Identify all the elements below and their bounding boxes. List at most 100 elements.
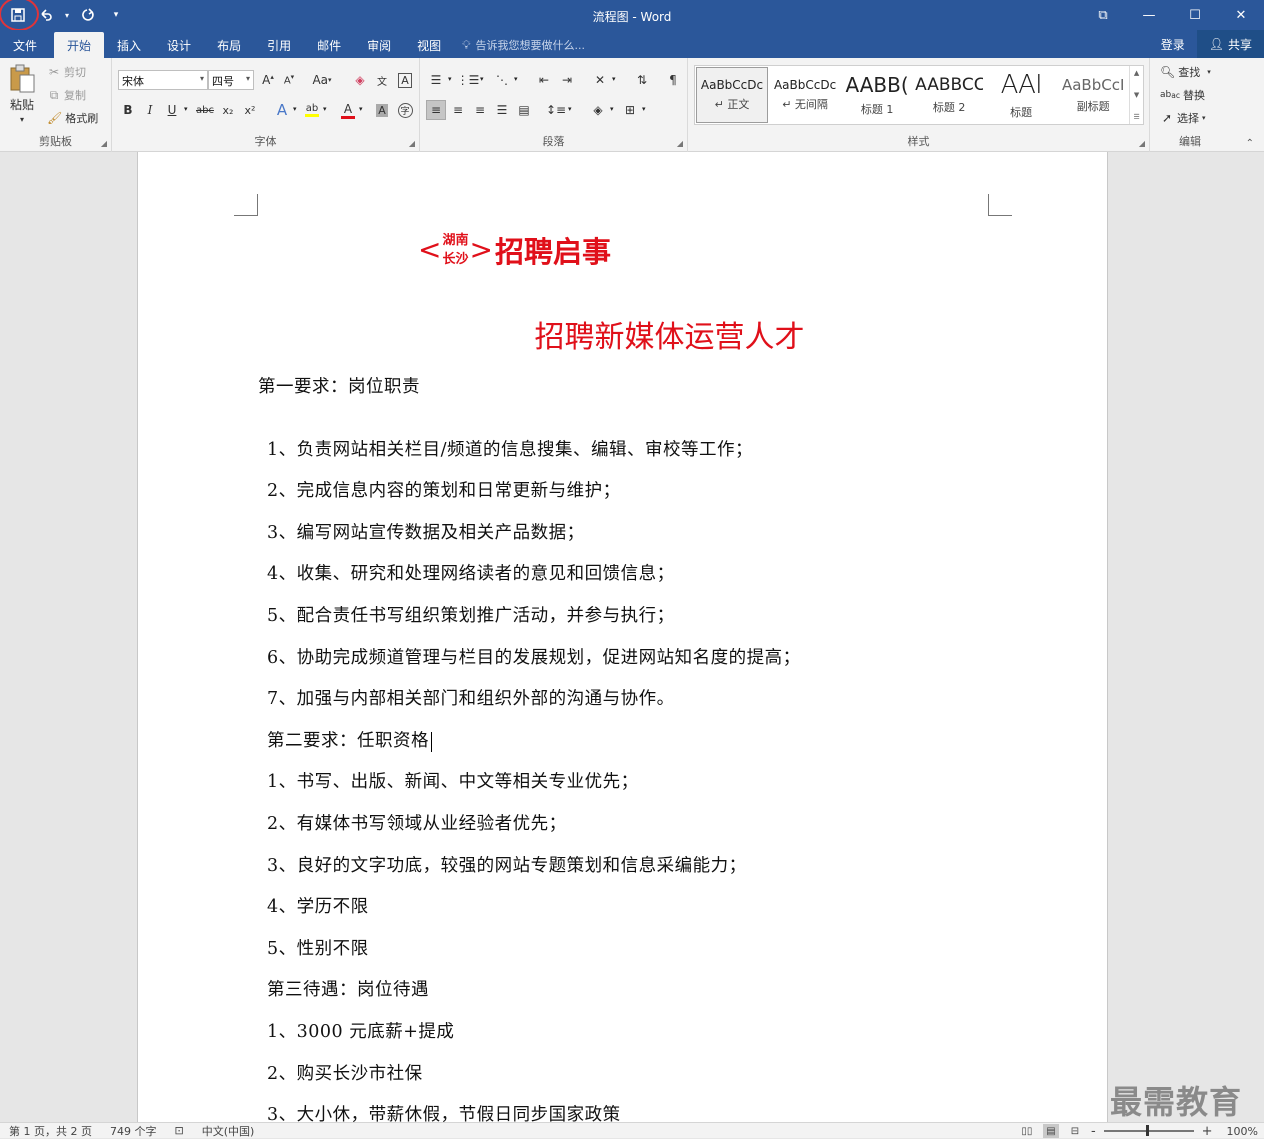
undo-dropdown-icon[interactable]: ▾	[62, 11, 72, 20]
character-shading-button[interactable]: A	[372, 100, 392, 120]
section-heading[interactable]: 第三待遇：岗位待遇	[267, 976, 429, 1001]
page-count[interactable]: 第 1 页，共 2 页	[0, 1123, 101, 1139]
chinese-layout-button[interactable]: ✕	[590, 70, 610, 90]
list-item[interactable]: 6、协助完成频道管理与栏目的发展规划，促进网站知名度的提高；	[267, 644, 801, 669]
borders-button[interactable]: ⊞	[620, 100, 640, 120]
minimize-button[interactable]: —	[1126, 0, 1172, 30]
redo-button[interactable]	[76, 3, 100, 27]
zoom-slider[interactable]	[1103, 1125, 1194, 1136]
shrink-font-button[interactable]: A▾	[279, 70, 299, 90]
list-item[interactable]: 4、学历不限	[267, 893, 369, 918]
section-heading[interactable]: 第一要求：岗位职责	[258, 373, 420, 398]
line-spacing-dropdown-icon[interactable]: ▾	[568, 105, 572, 113]
gallery-up-icon[interactable]: ▲	[1134, 69, 1139, 77]
proofing-icon[interactable]: ⊡	[165, 1124, 192, 1137]
font-launcher-icon[interactable]: ◢	[409, 139, 415, 148]
heading-subtitle[interactable]: 招聘新媒体运营人才	[138, 312, 1109, 356]
align-right-button[interactable]: ≡	[470, 100, 490, 120]
clipboard-launcher-icon[interactable]: ◢	[101, 139, 107, 148]
tab-home[interactable]: 开始	[54, 32, 105, 58]
tab-view[interactable]: 视图	[404, 32, 454, 58]
style-subtitle[interactable]: AaBbCcI 副标题	[1057, 66, 1129, 124]
zoom-slider-thumb[interactable]	[1145, 1125, 1149, 1136]
decrease-indent-button[interactable]: ⇤	[534, 70, 554, 90]
close-button[interactable]: ✕	[1218, 0, 1264, 30]
bullets-dropdown-icon[interactable]: ▾	[448, 75, 452, 83]
multilevel-list-button[interactable]: ⋱	[492, 70, 512, 90]
tab-layout[interactable]: 布局	[204, 32, 254, 58]
style-heading-1[interactable]: AABB( 标题 1	[841, 66, 913, 124]
tab-references[interactable]: 引用	[254, 32, 304, 58]
numbering-button[interactable]: ⋮☰	[457, 70, 480, 90]
distributed-button[interactable]: ▤	[514, 100, 534, 120]
gallery-down-icon[interactable]: ▼	[1134, 91, 1139, 99]
style-heading-2[interactable]: AABBCC 标题 2	[913, 66, 985, 124]
center-button[interactable]: ≡	[448, 100, 468, 120]
tell-me-box[interactable]: 💡︎ 告诉我您想要做什么...	[462, 32, 585, 58]
line-spacing-button[interactable]: ↕≡	[546, 100, 566, 120]
find-button[interactable]: 🔍︎ 查找 ▾	[1160, 64, 1211, 80]
document-page[interactable]: < 湖南 长沙 > 招聘启事 招聘新媒体运营人才 第一要求：岗位职责 1、负责网…	[137, 152, 1109, 1125]
heading-recruitment-notice[interactable]: < 湖南 长沙 > 招聘启事	[418, 229, 611, 271]
font-color-button[interactable]: A	[338, 100, 358, 120]
share-button[interactable]: 👤︎ 共享	[1196, 30, 1264, 58]
italic-button[interactable]: I	[140, 100, 160, 120]
list-item[interactable]: 2、有媒体书写领域从业经验者优先；	[267, 810, 567, 835]
justify-button[interactable]: ☰	[492, 100, 512, 120]
list-item[interactable]: 5、性别不限	[267, 935, 369, 960]
text-effects-button[interactable]: A	[272, 100, 292, 120]
print-layout-icon[interactable]: ▤	[1042, 1124, 1059, 1138]
chinese-layout-dropdown-icon[interactable]: ▾	[612, 75, 616, 83]
signin-link[interactable]: 登录	[1149, 36, 1197, 53]
phonetic-guide-button[interactable]: 文	[372, 70, 392, 90]
font-name-combo[interactable]: 宋体 ▾	[118, 70, 208, 90]
underline-dropdown-icon[interactable]: ▾	[184, 105, 188, 113]
font-size-combo[interactable]: 四号 ▾	[208, 70, 254, 90]
font-color-dropdown-icon[interactable]: ▾	[359, 105, 363, 113]
shading-dropdown-icon[interactable]: ▾	[610, 105, 614, 113]
zoom-out-button[interactable]: -	[1091, 1124, 1096, 1139]
save-button[interactable]	[0, 0, 39, 31]
style-no-spacing[interactable]: AaBbCcDc ↵ 无间隔	[769, 66, 841, 124]
replace-button[interactable]: ab ac 替换	[1160, 87, 1205, 103]
select-button[interactable]: ➚ 选择 ▾	[1160, 110, 1206, 126]
align-left-button[interactable]: ≡	[426, 100, 446, 120]
numbering-dropdown-icon[interactable]: ▾	[480, 75, 484, 83]
style-title[interactable]: AAI 标题	[985, 66, 1057, 124]
maximize-button[interactable]: ☐	[1172, 0, 1218, 30]
tab-mailings[interactable]: 邮件	[304, 32, 354, 58]
customize-qat-button[interactable]: ▾	[104, 3, 128, 27]
paste-button[interactable]: 粘贴 ▾	[8, 64, 36, 124]
ribbon-display-options-button[interactable]: ⧉	[1080, 0, 1126, 30]
tab-file[interactable]: 文件	[0, 32, 50, 58]
list-item[interactable]: 5、配合责任书写组织策划推广活动，并参与执行；	[267, 602, 675, 627]
list-item[interactable]: 7、加强与内部相关部门和组织外部的沟通与协作。	[267, 685, 675, 710]
superscript-button[interactable]: x²	[240, 100, 260, 120]
grow-font-button[interactable]: A▴	[258, 70, 278, 90]
increase-indent-button[interactable]: ⇥	[557, 70, 577, 90]
subscript-button[interactable]: x₂	[218, 100, 238, 120]
list-item[interactable]: 1、3000 元底薪+提成	[267, 1018, 454, 1043]
paragraph-launcher-icon[interactable]: ◢	[677, 139, 683, 148]
bullets-button[interactable]: ☰	[426, 70, 446, 90]
clear-formatting-button[interactable]: ◈	[350, 70, 370, 90]
web-layout-icon[interactable]: ⊟	[1067, 1124, 1083, 1138]
zoom-in-button[interactable]: +	[1202, 1124, 1213, 1139]
read-mode-icon[interactable]: ▯▯	[1019, 1124, 1035, 1138]
list-item[interactable]: 3、编写网站宣传数据及相关产品数据；	[267, 519, 585, 544]
language-indicator[interactable]: 中文(中国)	[193, 1123, 264, 1139]
format-painter-button[interactable]: 🖌︎ 格式刷	[47, 110, 98, 126]
gallery-more-icon[interactable]: ☰	[1133, 113, 1139, 121]
list-item[interactable]: 1、书写、出版、新闻、中文等相关专业优先；	[267, 768, 639, 793]
list-item[interactable]: 2、完成信息内容的策划和日常更新与维护；	[267, 477, 621, 502]
underline-button[interactable]: U	[162, 100, 182, 120]
multilevel-dropdown-icon[interactable]: ▾	[514, 75, 518, 83]
show-marks-button[interactable]: ¶	[663, 70, 683, 90]
character-border-button[interactable]: A	[395, 70, 415, 90]
tab-insert[interactable]: 插入	[104, 32, 154, 58]
styles-launcher-icon[interactable]: ◢	[1139, 139, 1145, 148]
copy-button[interactable]: ⧉ 复制	[47, 87, 86, 103]
bold-button[interactable]: B	[118, 100, 138, 120]
shading-button[interactable]: ◈	[588, 100, 608, 120]
borders-dropdown-icon[interactable]: ▾	[642, 105, 646, 113]
